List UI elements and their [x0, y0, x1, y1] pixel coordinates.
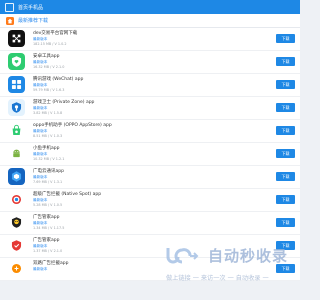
version-tag: 最新版本 [33, 128, 48, 133]
shield-red-icon [8, 237, 25, 254]
app-name: 游戏卫士 (Private Zone) app [33, 100, 95, 105]
list-item[interactable]: 腾讯游戏 (WeChat) app 最新版本 59.79 MB / V 1.6.… [0, 74, 300, 97]
app-meta: 59.79 MB / V 1.6.3 [33, 88, 65, 92]
circle-icon [8, 260, 25, 277]
skull-icon [8, 214, 25, 231]
shield-icon [8, 99, 25, 116]
version-tag: 最新版本 [33, 220, 48, 225]
version-tag: 最新版本 [33, 174, 48, 179]
top-bar: 首页手机品 [0, 0, 300, 14]
version-tag: 最新版本 [33, 59, 48, 64]
app-name: 超级广告拦截 (Native Spot) app [33, 192, 102, 197]
app-name: 广告管家app [33, 215, 60, 220]
hexagon-icon [8, 168, 25, 185]
app-logo-icon [5, 2, 14, 12]
cube-icon [8, 30, 25, 47]
list-item[interactable]: 安卓工具app 最新版本 16.32 MB / V 2.1.0 下载 [0, 51, 300, 74]
list-item[interactable]: 双路广告拦截app 最新版本 下载 [0, 258, 300, 281]
list-item[interactable]: 广告管家app 最新版本 1.37 MB / V 2.1.0 下载 [0, 235, 300, 258]
download-button[interactable]: 下载 [276, 218, 295, 227]
app-name: 广电云通讯app [33, 169, 64, 174]
download-button[interactable]: 下载 [276, 34, 295, 43]
list-item[interactable]: 小鱼手机app 最新版本 10.32 MB / V 1.2.1 下载 [0, 143, 300, 166]
app-meta: 16.32 MB / V 2.1.0 [33, 65, 65, 69]
android-icon [8, 145, 25, 162]
home-icon [6, 16, 14, 25]
app-name: 腾讯游戏 (WeChat) app [33, 77, 84, 82]
version-tag: 最新版本 [33, 151, 48, 156]
version-tag: 最新版本 [33, 36, 48, 41]
version-tag: 最新版本 [33, 197, 48, 202]
app-meta: 10.32 MB / V 1.2.1 [33, 157, 65, 161]
list-item[interactable]: dev交易平台官网下载 最新版本 182.15 MB / V 1.0.2 下载 [0, 28, 300, 51]
app-meta: 1.37 MB / V 2.1.0 [33, 249, 63, 253]
list-item[interactable]: 广告管家app 最新版本 1.34 MB / V 1.17.5 下载 [0, 212, 300, 235]
app-name: 双路广告拦截app [33, 261, 69, 266]
app-name: dev交易平台官网下载 [33, 31, 78, 36]
grid-icon [8, 76, 25, 93]
download-button[interactable]: 下载 [276, 103, 295, 112]
download-button[interactable]: 下载 [276, 172, 295, 181]
app-meta: 182.15 MB / V 1.0.2 [33, 42, 67, 46]
page-title: 首页手机品 [18, 4, 44, 11]
app-meta: 3.82 MB / V 1.5.8 [33, 111, 63, 115]
version-tag: 最新版本 [33, 82, 48, 87]
download-button[interactable]: 下载 [276, 264, 295, 273]
download-button[interactable]: 下载 [276, 195, 295, 204]
version-tag: 最新版本 [33, 243, 48, 248]
app-name: 小鱼手机app [33, 146, 60, 151]
app-meta: 7.69 MB / V 1.3.1 [33, 180, 63, 184]
app-meta: 1.34 MB / V 1.17.5 [33, 226, 65, 230]
section-label: 最新推荐下载 [18, 18, 49, 24]
list-item[interactable]: 游戏卫士 (Private Zone) app 最新版本 3.82 MB / V… [0, 97, 300, 120]
app-meta: 5.28 MB / V 1.0.5 [33, 203, 63, 207]
list-item[interactable]: 广电云通讯app 最新版本 7.69 MB / V 1.3.1 下载 [0, 166, 300, 189]
app-list: dev交易平台官网下载 最新版本 182.15 MB / V 1.0.2 下载 … [0, 28, 300, 281]
app-name: 安卓工具app [33, 54, 60, 59]
shield-heart-icon [8, 53, 25, 70]
download-button[interactable]: 下载 [276, 241, 295, 250]
list-item[interactable]: oppo手机助手 (OPPO AppStore) app 最新版本 8.51 M… [0, 120, 300, 143]
app-meta: 8.51 MB / V 1.0.3 [33, 134, 63, 138]
download-button[interactable]: 下载 [276, 126, 295, 135]
version-tag: 最新版本 [33, 105, 48, 110]
bag-icon [8, 122, 25, 139]
app-name: oppo手机助手 (OPPO AppStore) app [33, 123, 112, 128]
download-button[interactable]: 下载 [276, 57, 295, 66]
download-button[interactable]: 下载 [276, 80, 295, 89]
app-name: 广告管家app [33, 238, 60, 243]
list-item[interactable]: 超级广告拦截 (Native Spot) app 最新版本 5.28 MB / … [0, 189, 300, 212]
section-header: 最新推荐下载 [0, 14, 300, 28]
target-icon [8, 191, 25, 208]
version-tag: 最新版本 [33, 266, 48, 271]
download-button[interactable]: 下载 [276, 149, 295, 158]
